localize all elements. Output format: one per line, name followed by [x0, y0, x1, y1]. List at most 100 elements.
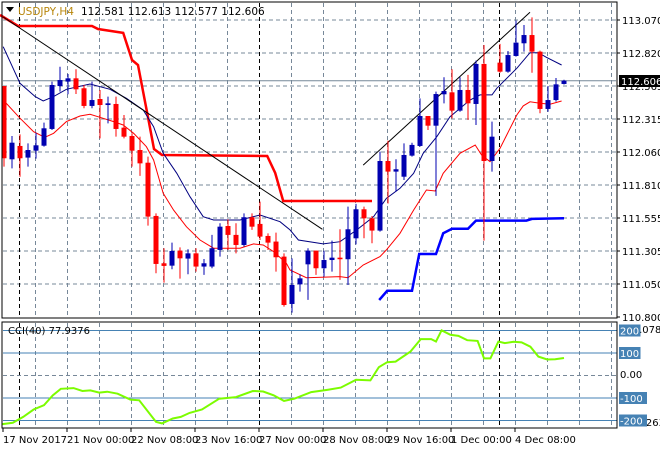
- candle-body: [449, 92, 455, 111]
- candle-body: [273, 241, 279, 258]
- cci-zero-label: 0.00: [620, 370, 642, 381]
- candle-body: [473, 63, 479, 104]
- candle-body: [393, 169, 399, 172]
- candle-body: [433, 94, 439, 126]
- candle-bearish: [497, 43, 503, 73]
- candle-body: [465, 89, 471, 104]
- candle-body: [73, 78, 79, 90]
- candle-body: [241, 217, 247, 245]
- time-axis-label: 1 Dec 00:00: [451, 435, 512, 446]
- candle-bullish: [9, 136, 15, 169]
- candle-body: [481, 63, 487, 162]
- price-axis-label: 113.070: [622, 16, 660, 27]
- candle-body: [121, 127, 127, 137]
- candle-body: [41, 128, 47, 146]
- candle-bullish: [329, 240, 335, 272]
- candle-body: [441, 91, 447, 95]
- current-price-label: 112.606: [621, 77, 660, 88]
- candle-body: [377, 161, 383, 231]
- candle-body: [209, 248, 215, 267]
- candle-bullish: [57, 66, 63, 92]
- candle-bearish: [161, 248, 167, 283]
- symbol-label: USDJPY,H4: [18, 6, 74, 18]
- candle-body: [505, 55, 511, 72]
- candle-body: [489, 136, 495, 162]
- candle-body: [153, 215, 159, 264]
- candle-body: [193, 253, 199, 267]
- candle-bullish: [41, 122, 47, 147]
- candle-bearish: [425, 116, 431, 131]
- candle-bullish: [473, 60, 479, 126]
- candle-body: [529, 35, 535, 52]
- candle-body: [33, 145, 39, 151]
- candle-bullish: [401, 143, 407, 180]
- candle-bullish: [241, 213, 247, 247]
- main-panel-frame: [1, 1, 618, 319]
- candle-bullish: [217, 223, 223, 257]
- candle-bearish: [97, 89, 103, 139]
- candle-bearish: [337, 229, 343, 280]
- candle-bearish: [137, 136, 143, 176]
- cci-level-label: 200: [620, 327, 639, 338]
- candle-body: [25, 150, 31, 158]
- candle-bullish: [33, 132, 39, 159]
- candle-bearish: [193, 248, 199, 272]
- candle-bearish: [129, 133, 135, 167]
- candle-bullish: [297, 274, 303, 292]
- cci-level-label: 100: [620, 349, 639, 360]
- candle-bullish: [489, 121, 495, 172]
- candle-body: [217, 226, 223, 250]
- cci-indicator: [2, 328, 565, 426]
- price-axis-label: 112.315: [622, 115, 660, 126]
- candle-body: [561, 80, 567, 84]
- candle-bullish: [377, 151, 383, 232]
- candle-bullish: [513, 20, 519, 57]
- candle-bullish: [553, 77, 559, 102]
- time-axis-label: 27 Nov 00:00: [259, 435, 326, 446]
- candle-bullish: [169, 242, 175, 270]
- candle-bearish: [81, 85, 87, 109]
- candle-bearish: [17, 134, 23, 177]
- time-axis-label: 23 Nov 16:00: [195, 435, 262, 446]
- candle-bearish: [153, 213, 159, 274]
- candle-bullish: [457, 77, 463, 112]
- candle-body: [249, 217, 255, 227]
- candle-body: [521, 35, 527, 44]
- candle-body: [9, 142, 15, 160]
- candle-bullish: [393, 159, 399, 192]
- candle-body: [457, 89, 463, 111]
- candle-body: [177, 250, 183, 259]
- candle-body: [185, 253, 191, 259]
- candle-body: [305, 250, 311, 265]
- candle-bullish: [65, 74, 71, 95]
- candle-body: [145, 162, 151, 217]
- lower-band-line: [378, 217, 565, 301]
- candle-body: [289, 285, 295, 304]
- candle-bearish: [145, 156, 151, 226]
- candle-bearish: [369, 215, 375, 244]
- candle-bullish: [433, 91, 439, 196]
- dropdown-triangle-icon[interactable]: [6, 7, 14, 12]
- candle-body: [353, 209, 359, 239]
- candle-body: [497, 62, 503, 72]
- cci-level-label: -100: [620, 394, 643, 405]
- candle-body: [89, 100, 95, 106]
- candle-body: [425, 116, 431, 126]
- candle-body: [281, 256, 287, 306]
- price-axis-label: 112.820: [622, 49, 660, 60]
- candle-body: [537, 51, 543, 109]
- candle-bearish: [273, 232, 279, 272]
- cci-line: [2, 328, 565, 426]
- candle-body: [553, 84, 559, 101]
- candle-body: [57, 80, 63, 87]
- chart-window[interactable]: 113.070112.820112.565112.315112.060111.8…: [0, 0, 660, 450]
- candle-body: [225, 226, 231, 235]
- candles: [1, 17, 567, 313]
- candle-body: [17, 145, 23, 159]
- candle-body: [65, 78, 71, 82]
- time-axis-label: 4 Dec 08:00: [515, 435, 576, 446]
- candle-body: [169, 250, 175, 266]
- candle-body: [129, 136, 135, 151]
- candle-body: [369, 218, 375, 231]
- candle-body: [513, 42, 519, 56]
